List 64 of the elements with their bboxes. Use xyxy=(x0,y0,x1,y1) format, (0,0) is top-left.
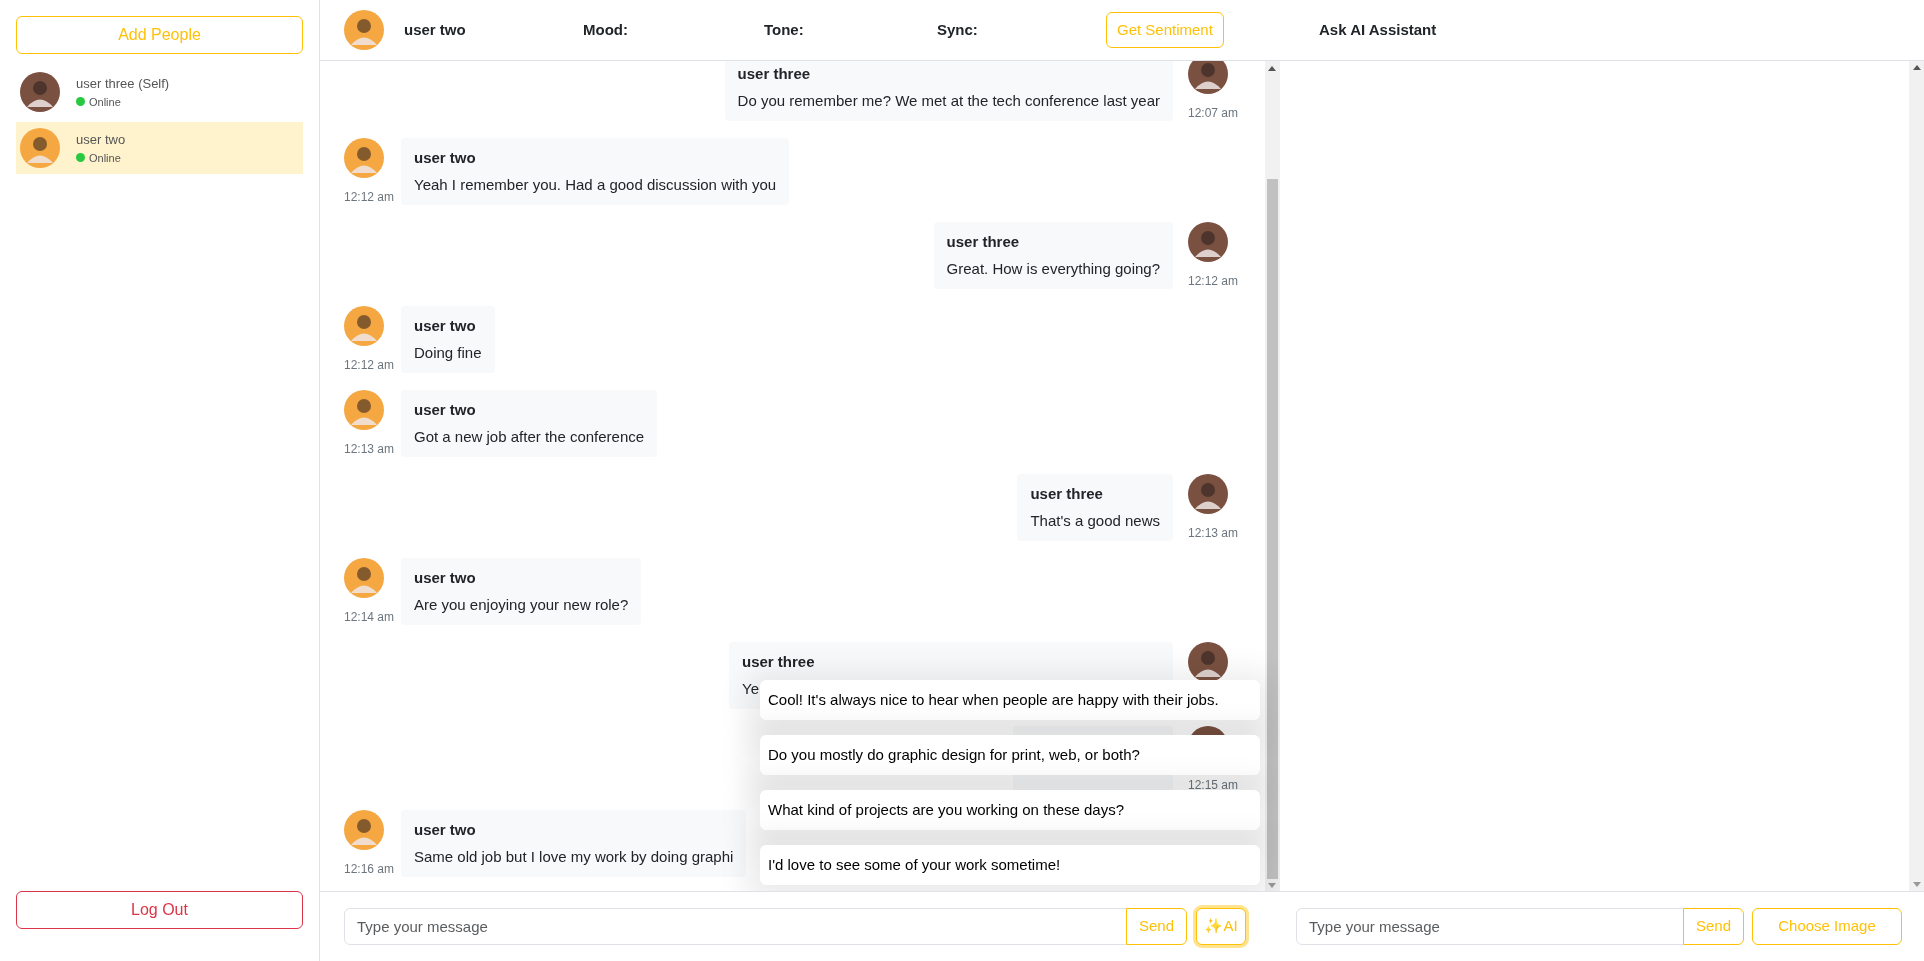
timestamp: 12:12 am xyxy=(344,358,396,372)
timestamp: 12:16 am xyxy=(344,862,396,876)
contact-name: user three (Self) xyxy=(76,75,170,93)
sender-name: user two xyxy=(414,820,477,840)
contact-item[interactable]: user three (Self) Online xyxy=(16,66,303,118)
status-label: Online xyxy=(89,150,121,166)
scroll-up-icon[interactable] xyxy=(1268,66,1276,71)
suggestion-item[interactable]: I'd love to see some of your work sometime! xyxy=(760,845,1260,885)
sender-name: user two xyxy=(414,568,477,588)
online-dot xyxy=(76,153,85,163)
logout-button[interactable]: Log Out xyxy=(16,891,303,929)
avatar xyxy=(1188,474,1228,514)
scrollbar[interactable] xyxy=(1909,61,1924,891)
message-text: Are you enjoying your new role? xyxy=(414,595,629,615)
sender-name: user two xyxy=(414,316,477,336)
scrollbar[interactable] xyxy=(1265,61,1280,891)
avatar xyxy=(1188,61,1228,94)
avatar xyxy=(344,306,384,346)
sender-name: user three xyxy=(946,232,1021,252)
sender-name: user two xyxy=(414,400,477,420)
message-text: Do you remember me? We met at the tech conference last year xyxy=(737,91,1160,111)
contact-item[interactable]: user two Online xyxy=(16,122,303,174)
avatar xyxy=(344,138,384,178)
assistant-input[interactable]: Type your message xyxy=(1296,908,1684,945)
avatar xyxy=(344,810,384,850)
mood-label: Mood: xyxy=(583,19,629,40)
scroll-up-icon[interactable] xyxy=(1912,65,1921,70)
suggestion-item[interactable]: Cool! It's always nice to hear when people are happy with their jobs. xyxy=(760,680,1260,720)
suggestion-item[interactable]: What kind of projects are you working on these days? xyxy=(760,790,1260,830)
avatar xyxy=(344,10,384,50)
message-text: Ye xyxy=(742,679,759,699)
message-text: Yeah I remember you. Had a good discussion with you xyxy=(414,175,777,195)
message-text: Great. How is everything going? xyxy=(946,259,1160,279)
timestamp: 12:13 am xyxy=(1188,526,1240,540)
avatar xyxy=(344,390,384,430)
timestamp: 12:12 am xyxy=(1188,274,1240,288)
message-text: Same old job but I love my work by doing graphi xyxy=(414,847,734,867)
sync-label: Sync: xyxy=(937,19,979,40)
suggestion-item[interactable]: Do you mostly do graphic design for print, web, or both? xyxy=(760,735,1260,775)
avatar xyxy=(1188,642,1228,682)
timestamp: 12:14 am xyxy=(344,610,396,624)
message-text: That's a good news xyxy=(1030,511,1160,531)
message-text: Doing fine xyxy=(414,343,482,363)
avatar xyxy=(1188,222,1228,262)
timestamp: 12:12 am xyxy=(344,190,396,204)
timestamp: 12:15 am xyxy=(1188,778,1240,792)
sender-name: user three xyxy=(742,652,816,672)
message-input[interactable]: Type your message xyxy=(344,908,1127,945)
timestamp: 12:13 am xyxy=(344,442,396,456)
sender-name: user three xyxy=(737,64,812,84)
scrollbar-thumb[interactable] xyxy=(1267,179,1278,879)
chat-partner-name: user two xyxy=(404,19,467,40)
tone-label: Tone: xyxy=(764,19,805,40)
avatar xyxy=(344,558,384,598)
contact-name: user two xyxy=(76,131,126,149)
sender-name: user three xyxy=(1030,484,1104,504)
scroll-down-icon[interactable] xyxy=(1912,882,1921,887)
status-label: Online xyxy=(89,94,121,110)
scroll-down-icon[interactable] xyxy=(1268,883,1276,888)
assistant-title: Ask AI Assistant xyxy=(1319,19,1437,40)
sender-name: user two xyxy=(414,148,477,168)
online-dot xyxy=(76,97,85,107)
message-text: Got a new job after the conference xyxy=(414,427,645,447)
timestamp: 12:07 am xyxy=(1188,106,1240,120)
